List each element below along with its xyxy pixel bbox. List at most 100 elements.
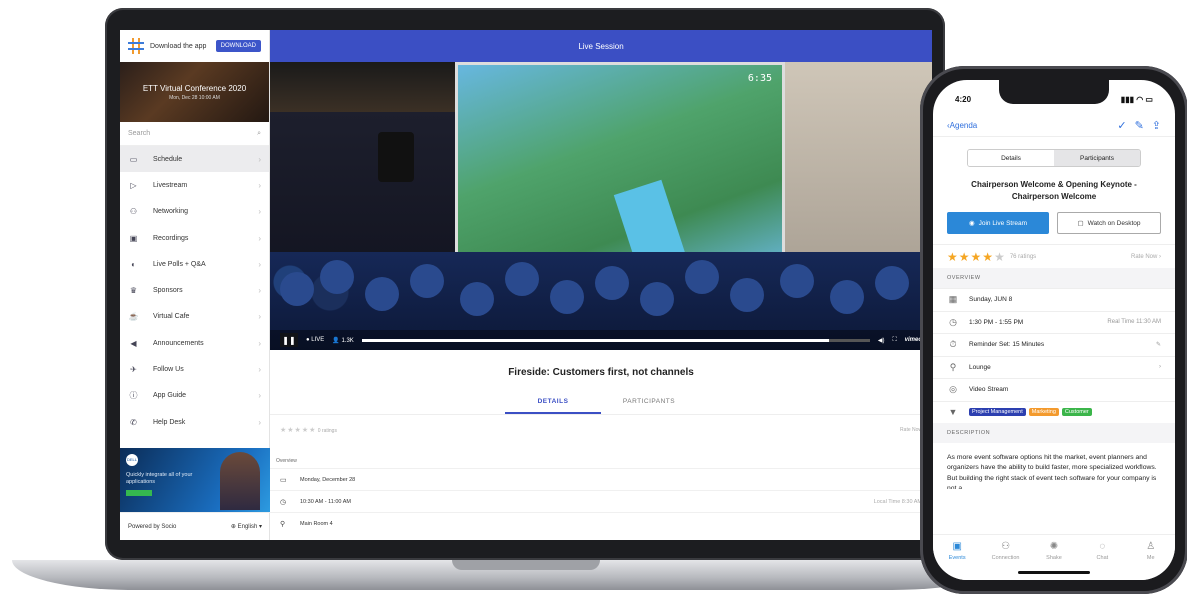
connection-icon: ⚇ <box>1001 541 1011 552</box>
segment-participants[interactable]: Participants <box>1054 150 1140 166</box>
phone-screen: 4:20 ▮▮▮ ◠ ▭ ‹Agenda ✓ ✎ ⇪ Details Parti… <box>933 80 1175 580</box>
stream-text: Video Stream <box>969 386 1009 394</box>
viewer-count-value: 1.3K <box>341 337 354 344</box>
video-speaker <box>378 132 414 182</box>
tab-connection[interactable]: ⚇ Connection <box>986 541 1026 580</box>
home-indicator <box>1018 571 1090 574</box>
tag-badge[interactable]: Project Management <box>969 408 1026 417</box>
powered-by-text: Powered by Socio <box>128 523 177 530</box>
time-text: 10:30 AM - 11:00 AM <box>300 498 351 505</box>
video-progress-bar[interactable] <box>361 338 870 342</box>
sidebar-item-label: Livestream <box>153 181 188 189</box>
pause-button[interactable]: ❚❚ <box>280 333 298 347</box>
location-row[interactable]: ⚲ Lounge › <box>933 355 1175 379</box>
tab-details[interactable]: DETAILS <box>505 394 601 414</box>
chevron-right-icon: › <box>258 207 261 217</box>
tab-shake[interactable]: ✺ Shake <box>1034 541 1074 580</box>
tab-chat-label: Chat <box>1096 555 1109 561</box>
laptop-screen: Download the app DOWNLOAD ETT Virtual Co… <box>120 30 932 540</box>
chevron-right-icon: › <box>258 338 261 348</box>
share-icon[interactable]: ⇪ <box>1152 119 1161 132</box>
rate-now-link[interactable]: Rate Now <box>900 427 922 433</box>
sidebar-item[interactable]: ✆ Help Desk › <box>120 409 269 435</box>
time-row: ◷ 10:30 AM - 11:00 AM Local Time 8:30 AM <box>270 490 932 512</box>
sidebar-footer: Powered by Socio ⊕ English ▾ <box>120 512 270 540</box>
event-title: ETT Virtual Conference 2020 <box>142 83 247 93</box>
star-icons: ★★★★★ <box>280 426 317 434</box>
chevron-right-icon: › <box>258 365 261 375</box>
rating-stars[interactable]: ★★★★★ 0 ratings <box>280 426 337 434</box>
overview-header: OVERVIEW <box>933 268 1175 289</box>
sidebar-item[interactable]: ▣ Recordings › <box>120 225 269 251</box>
clock-icon: ◷ <box>949 316 957 327</box>
calendar-icon: ▦ <box>948 294 958 305</box>
pin-icon: ⚲ <box>280 520 286 528</box>
sidebar-item[interactable]: ✈ Follow Us › <box>120 356 269 382</box>
sidebar-item[interactable]: ▷ Livestream › <box>120 172 269 198</box>
sidebar-item[interactable]: ♛ Sponsors › <box>120 277 269 303</box>
tab-me[interactable]: ♙ Me <box>1131 541 1171 580</box>
star-rating[interactable]: ★★★★★ <box>947 250 1006 264</box>
ad-person-image <box>220 452 260 510</box>
session-tabs: DETAILS PARTICIPANTS <box>270 394 932 414</box>
tab-connection-label: Connection <box>991 555 1020 561</box>
edit-icon[interactable]: ✎ <box>1156 341 1161 348</box>
main-content: Live Session 6:35 ❚❚ ● LIVE 👤 1.3K ◀) ⛶ … <box>270 30 932 540</box>
sidebar-item[interactable]: ◐ Live Polls + Q&A › <box>120 251 269 277</box>
person-icon: ♙ <box>1146 541 1156 552</box>
tag-badge[interactable]: Marketing <box>1028 408 1059 417</box>
rating-count: 0 ratings <box>317 427 337 434</box>
fullscreen-icon[interactable]: ⛶ <box>892 337 896 344</box>
tab-chat[interactable]: ◌ Chat <box>1082 541 1122 580</box>
tag-badge[interactable]: Customer <box>1061 408 1092 417</box>
chevron-right-icon: › <box>258 391 261 401</box>
desktop-icon: ▢ <box>1077 220 1084 228</box>
download-button[interactable]: DOWNLOAD <box>215 40 261 52</box>
ad-banner[interactable]: DELL Quickly integrate all of your appli… <box>120 448 270 512</box>
star-icon: ★ <box>994 249 1006 264</box>
calendar-icon: ▭ <box>129 154 138 164</box>
laptop-hinge <box>452 560 600 570</box>
local-time: Local Time 8:30 AM <box>873 498 922 505</box>
local-time: Real Time 11:30 AM <box>1107 319 1161 326</box>
volume-icon[interactable]: ◀) <box>878 337 885 344</box>
ad-cta-button[interactable] <box>126 490 152 497</box>
language-selector[interactable]: ⊕ English ▾ <box>231 523 262 530</box>
tab-events[interactable]: ▣ Events <box>937 541 977 580</box>
shake-icon: ✺ <box>1049 541 1059 552</box>
chevron-right-icon: › <box>258 312 261 322</box>
sidebar-item[interactable]: ⚇ Networking › <box>120 199 269 225</box>
live-label: LIVE <box>311 337 325 343</box>
date-text: Sunday, JUN 8 <box>969 296 1013 304</box>
search-input[interactable]: Search ⌕ <box>120 122 269 146</box>
back-button[interactable]: ‹Agenda <box>947 121 977 130</box>
reminder-row[interactable]: ⏱ Reminder Set: 15 Minutes ✎ <box>933 333 1175 356</box>
sidebar-item[interactable]: ⓘ App Guide › <box>120 383 269 409</box>
nav-bar: ‹Agenda ✓ ✎ ⇪ <box>933 114 1175 136</box>
notes-icon[interactable]: ✎ <box>1135 119 1144 132</box>
segment-details[interactable]: Details <box>968 150 1054 166</box>
tab-participants[interactable]: PARTICIPANTS <box>601 394 697 414</box>
sidebar-item[interactable]: ☕ Virtual Cafe › <box>120 304 269 330</box>
join-live-stream-button[interactable]: ◉ Join Live Stream <box>947 212 1049 235</box>
dell-logo-icon: DELL <box>126 454 138 466</box>
sidebar: Download the app DOWNLOAD ETT Virtual Co… <box>120 30 270 540</box>
checkmark-icon[interactable]: ✓ <box>1117 119 1126 132</box>
sidebar-item[interactable]: ◀ Announcements › <box>120 330 269 356</box>
nav-actions: ✓ ✎ ⇪ <box>1117 119 1161 132</box>
sidebar-item-label: App Guide <box>153 392 187 400</box>
live-badge: ● LIVE <box>306 337 325 343</box>
watch-on-desktop-button[interactable]: ▢ Watch on Desktop <box>1057 212 1161 235</box>
tab-me-label: Me <box>1146 555 1155 561</box>
location-row[interactable]: ⚲ Main Room 4 <box>270 512 932 534</box>
reminder-text: Reminder Set: 15 Minutes <box>969 341 1045 349</box>
date-row: ▦ Sunday, JUN 8 <box>933 288 1175 311</box>
rating-row: ★★★★★ 76 ratings Rate Now › <box>933 244 1175 268</box>
join-label: Join Live Stream <box>978 219 1028 227</box>
events-icon: ▣ <box>952 541 962 552</box>
chat-icon: ◌ <box>1099 541 1106 552</box>
rate-now-link[interactable]: Rate Now › <box>1131 254 1161 260</box>
video-progress-fill <box>361 338 830 342</box>
sidebar-item[interactable]: ▭ Schedule › <box>120 146 269 173</box>
video-player[interactable]: 6:35 ❚❚ ● LIVE 👤 1.3K ◀) ⛶ vimeo <box>270 62 932 350</box>
